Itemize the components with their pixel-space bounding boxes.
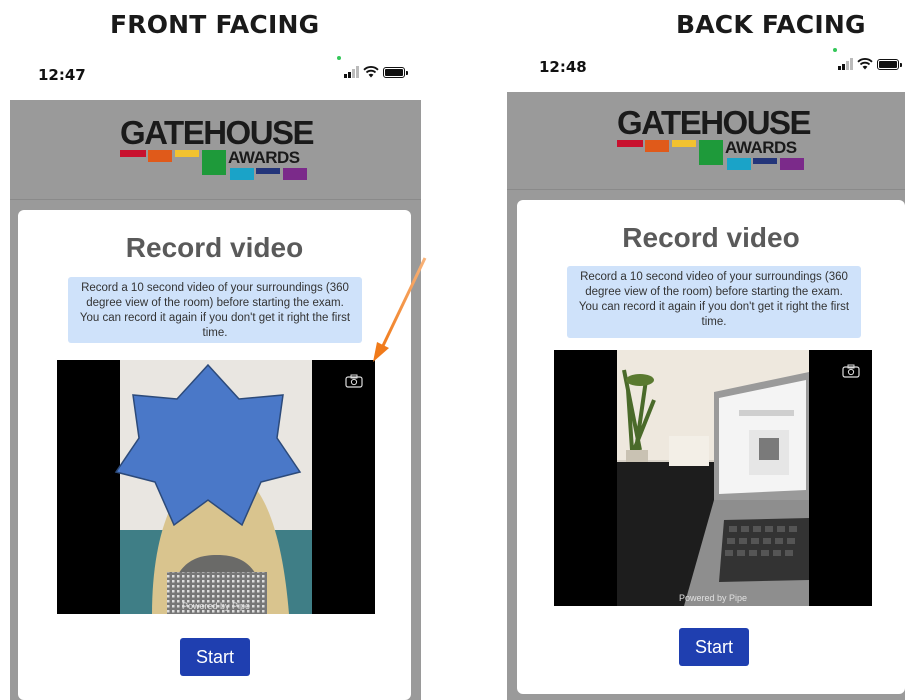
start-button[interactable]: Start bbox=[180, 638, 250, 676]
instructions-box: Record a 10 second video of your surroun… bbox=[68, 277, 362, 343]
status-icons bbox=[838, 58, 902, 70]
front-camera-feed bbox=[114, 360, 312, 614]
record-video-card: Record video Record a 10 second video of… bbox=[517, 200, 905, 694]
video-preview: Powered by Pipe bbox=[554, 350, 872, 606]
video-preview: Powered by Pipe bbox=[57, 360, 375, 614]
status-bar: 12:48 bbox=[507, 36, 905, 92]
front-facing-caption: FRONT FACING bbox=[110, 10, 320, 39]
page-background: Record video Record a 10 second video of… bbox=[10, 200, 421, 700]
app-header: GATEHOUSE AWARDS bbox=[10, 100, 421, 200]
instructions-box: Record a 10 second video of your surroun… bbox=[567, 266, 861, 338]
signal-icon bbox=[838, 58, 853, 70]
annotation-arrow bbox=[373, 257, 427, 362]
back-facing-caption: BACK FACING bbox=[676, 10, 866, 39]
app-header: GATEHOUSE AWARDS bbox=[507, 92, 905, 190]
clock: 12:47 bbox=[38, 66, 86, 84]
camera-indicator-dot bbox=[337, 56, 341, 60]
battery-icon bbox=[383, 66, 408, 78]
back-camera-feed bbox=[617, 350, 809, 606]
signal-icon bbox=[344, 66, 359, 78]
battery-icon bbox=[877, 58, 902, 70]
wifi-icon bbox=[857, 58, 873, 70]
clock: 12:48 bbox=[539, 58, 587, 76]
instructions-text: Record a 10 second video of your surroun… bbox=[79, 282, 351, 339]
front-facing-screenshot: 12:47 GATEHOUSE AWARDS Record video Reco… bbox=[10, 40, 421, 700]
camera-switch-icon[interactable] bbox=[842, 364, 860, 378]
gatehouse-awards-logo: GATEHOUSE AWARDS bbox=[120, 114, 315, 186]
status-bar: 12:47 bbox=[10, 40, 421, 100]
start-button[interactable]: Start bbox=[679, 628, 749, 666]
record-video-card: Record video Record a 10 second video of… bbox=[18, 210, 411, 700]
powered-by-label: Powered by Pipe bbox=[181, 601, 251, 611]
gatehouse-awards-logo: GATEHOUSE AWARDS bbox=[617, 104, 812, 176]
camera-indicator-dot bbox=[833, 48, 837, 52]
status-icons bbox=[344, 66, 408, 78]
back-facing-screenshot: 12:48 GATEHOUSE AWARDS Record video Reco… bbox=[507, 36, 905, 700]
instructions-text: Record a 10 second video of your surroun… bbox=[578, 271, 850, 328]
page-title: Record video bbox=[622, 222, 800, 253]
page-title: Record video bbox=[125, 232, 304, 263]
page-background: Record video Record a 10 second video of… bbox=[507, 190, 905, 700]
powered-by-label: Powered by Pipe bbox=[678, 593, 748, 603]
camera-switch-icon[interactable] bbox=[345, 374, 363, 388]
wifi-icon bbox=[363, 66, 379, 78]
